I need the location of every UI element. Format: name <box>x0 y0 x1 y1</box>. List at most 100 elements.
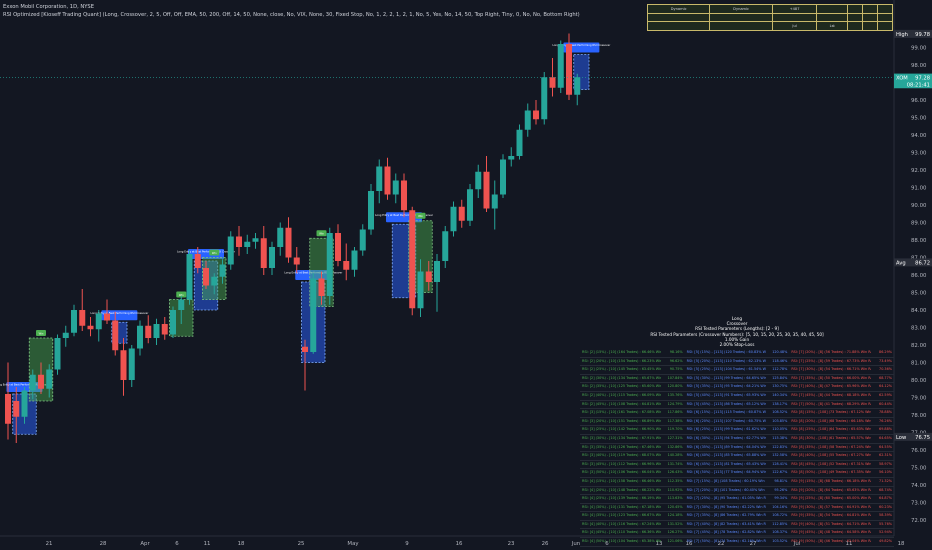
results-cell: RSI: [4] (50%) - [10] (104 Trades) : 65.… <box>582 539 662 544</box>
results-cell: 117.38% <box>667 418 683 423</box>
candle-up <box>62 332 69 338</box>
results-cell: RSI: [3] (40%) - [10] (119 Trades) : 68.… <box>582 453 662 458</box>
results-cell: 62.59% <box>879 392 892 397</box>
candle-down <box>203 268 209 286</box>
results-cell: RSI: [2] (20%) - [10] (154 Trades) : 66.… <box>582 358 662 363</box>
results-cell: RSI: [6] (30%) - [113] (94 Trades) : 62.… <box>686 435 766 440</box>
results-cell: RSI: [7] (45%) - [8] (78 Trades) : 62.82… <box>686 530 766 535</box>
results-cell: 126.43% <box>667 470 683 475</box>
results-cell: 120.48% <box>772 350 788 354</box>
results-cell: RSI: [5] (40%) - [113] (91 Trades) : 65.… <box>686 392 766 397</box>
summary-cell: Dynamic <box>646 4 711 14</box>
candle-up <box>277 227 284 247</box>
results-cell: RSI: [9] (15%) - [8] (68 Trades) : 66.18… <box>791 478 871 483</box>
y-tick-label: 81.00 <box>911 361 927 367</box>
results-row: RSI: [2] (35%) - [10] (125 Trades) : 65.… <box>580 383 894 392</box>
results-cell: RSI: [7] (15%) - [8] (108 Trades) : 60.1… <box>686 478 766 483</box>
candle-up <box>153 324 160 338</box>
candle-down <box>285 227 292 258</box>
candle-down <box>5 394 11 424</box>
results-cell: 98.16% <box>669 350 683 354</box>
results-cell: 124.79% <box>667 401 683 406</box>
results-cell: 56.10% <box>879 470 892 475</box>
results-cell: 68.74% <box>879 487 892 492</box>
results-cell: RSI: [6] (15%) - [113] (115 Trades) : 60… <box>686 410 766 415</box>
candle-down <box>293 257 300 265</box>
candle-up <box>475 171 482 190</box>
candle-down <box>104 313 110 321</box>
results-cell: 127.31% <box>667 435 683 440</box>
results-cell: RSI: [6] (45%) - [113] (81 Trades) : 65.… <box>686 461 766 466</box>
results-row: RSI: [4] (30%) - [10] (131 Trades) : 67.… <box>580 504 894 513</box>
summary-cell <box>646 21 711 31</box>
candle-up <box>326 233 333 296</box>
candle-down <box>549 77 556 88</box>
results-cell: 132.58% <box>772 453 788 458</box>
results-cell: 108.37% <box>772 530 788 535</box>
results-header: Long Crossover RSI Tested Parameters (Le… <box>580 316 894 347</box>
results-cell: 120.80% <box>667 384 683 389</box>
x-tick-label: 18 <box>898 541 905 547</box>
results-cell: RSI: [4] (35%) - [10] (123 Trades) : 66.… <box>582 513 662 518</box>
candle-up <box>442 231 449 261</box>
price-label-name: Low <box>896 435 907 441</box>
results-cell: 140.28% <box>667 453 683 458</box>
candle-up <box>54 338 61 370</box>
candle-up <box>269 247 275 268</box>
results-cell: 99.34% <box>774 496 788 501</box>
y-tick-label: 94.00 <box>911 133 927 139</box>
results-cell: 98.81% <box>774 478 788 483</box>
results-cell: RSI: [3] (50%) - [10] (106 Trades) : 66.… <box>582 470 662 475</box>
results-cell: 96.62% <box>669 358 683 363</box>
x-tick-label: 28 <box>100 541 107 547</box>
results-cell: RSI: [5] (25%) - [113] (104 Trades) : 61… <box>686 367 766 372</box>
results-cell: 55.76% <box>879 521 892 526</box>
results-cell: 58.39% <box>879 513 892 518</box>
y-tick-label: 88.00 <box>911 238 927 244</box>
y-tick-label: 96.00 <box>911 98 927 104</box>
y-tick-label: 98.00 <box>911 63 927 69</box>
y-tick-label: 80.00 <box>911 378 927 384</box>
results-row: RSI: [3] (40%) - [10] (119 Trades) : 68.… <box>580 452 894 461</box>
y-tick-label: 75.00 <box>911 466 927 472</box>
entry-label-text: Long Entry at Best Performing RSI Crosso… <box>177 250 236 254</box>
x-tick-label: 21 <box>46 541 53 547</box>
summary-row: Dynamic Dynamic +487 <box>646 4 893 14</box>
results-cell: RSI: [6] (20%) - [113] (107 Trades) : 60… <box>686 418 766 423</box>
results-cell: RSI: [3] (45%) - [10] (112 Trades) : 66.… <box>582 461 662 466</box>
summary-cell <box>847 12 864 22</box>
results-cell: 112.85% <box>772 521 788 526</box>
results-cell: RSI: [5] (30%) - [113] (99 Trades) : 64.… <box>686 375 766 380</box>
results-cell: 125.84% <box>772 375 788 380</box>
results-cell: RSI: [9] (20%) - [8] (64 Trades) : 65.63… <box>791 487 871 492</box>
candle-up <box>227 236 234 265</box>
results-row: RSI: [2] (30%) - [10] (134 Trades) : 65.… <box>580 375 894 384</box>
results-cell: RSI: [5] (15%) - [113] (120 Trades) : 60… <box>686 350 766 354</box>
results-row: RSI: [3] (50%) - [10] (106 Trades) : 66.… <box>580 469 894 478</box>
candle-up <box>376 166 383 191</box>
results-cell: 73.49% <box>879 358 892 363</box>
results-cell: RSI: [4] (40%) - [10] (116 Trades) : 67.… <box>582 521 662 526</box>
results-cell: 110.92% <box>667 487 683 492</box>
y-tick-label: 85.00 <box>911 291 927 297</box>
x-tick-label: Jun <box>571 541 580 547</box>
summary-cell: Dynamic <box>709 4 773 14</box>
candle-down <box>145 325 152 338</box>
candle-down <box>533 110 539 120</box>
candle-up <box>574 77 581 95</box>
results-cell: RSI: [2] (30%) - [10] (134 Trades) : 65.… <box>582 375 662 380</box>
results-cell: RSI: [6] (40%) - [113] (85 Trades) : 65.… <box>686 453 766 458</box>
candle-up <box>310 278 317 352</box>
summary-cell <box>877 12 893 22</box>
summary-cell <box>646 12 711 22</box>
results-cell: 120.45% <box>667 504 683 509</box>
results-cell: 138.17% <box>772 401 788 406</box>
summary-table: Dynamic Dynamic +487 Jul Lst <box>646 4 893 31</box>
candle-up <box>128 348 135 380</box>
results-cell: RSI: [7] (35%) - [8] (86 Trades) : 62.79… <box>686 513 766 518</box>
results-cell: RSI: [8] (35%) - [108] (58 Trades) : 67.… <box>791 444 871 449</box>
summary-cell <box>709 12 773 22</box>
y-tick-label: 73.00 <box>911 501 927 507</box>
candle-down <box>112 320 119 351</box>
price-label-value: 86.72 <box>915 260 930 266</box>
